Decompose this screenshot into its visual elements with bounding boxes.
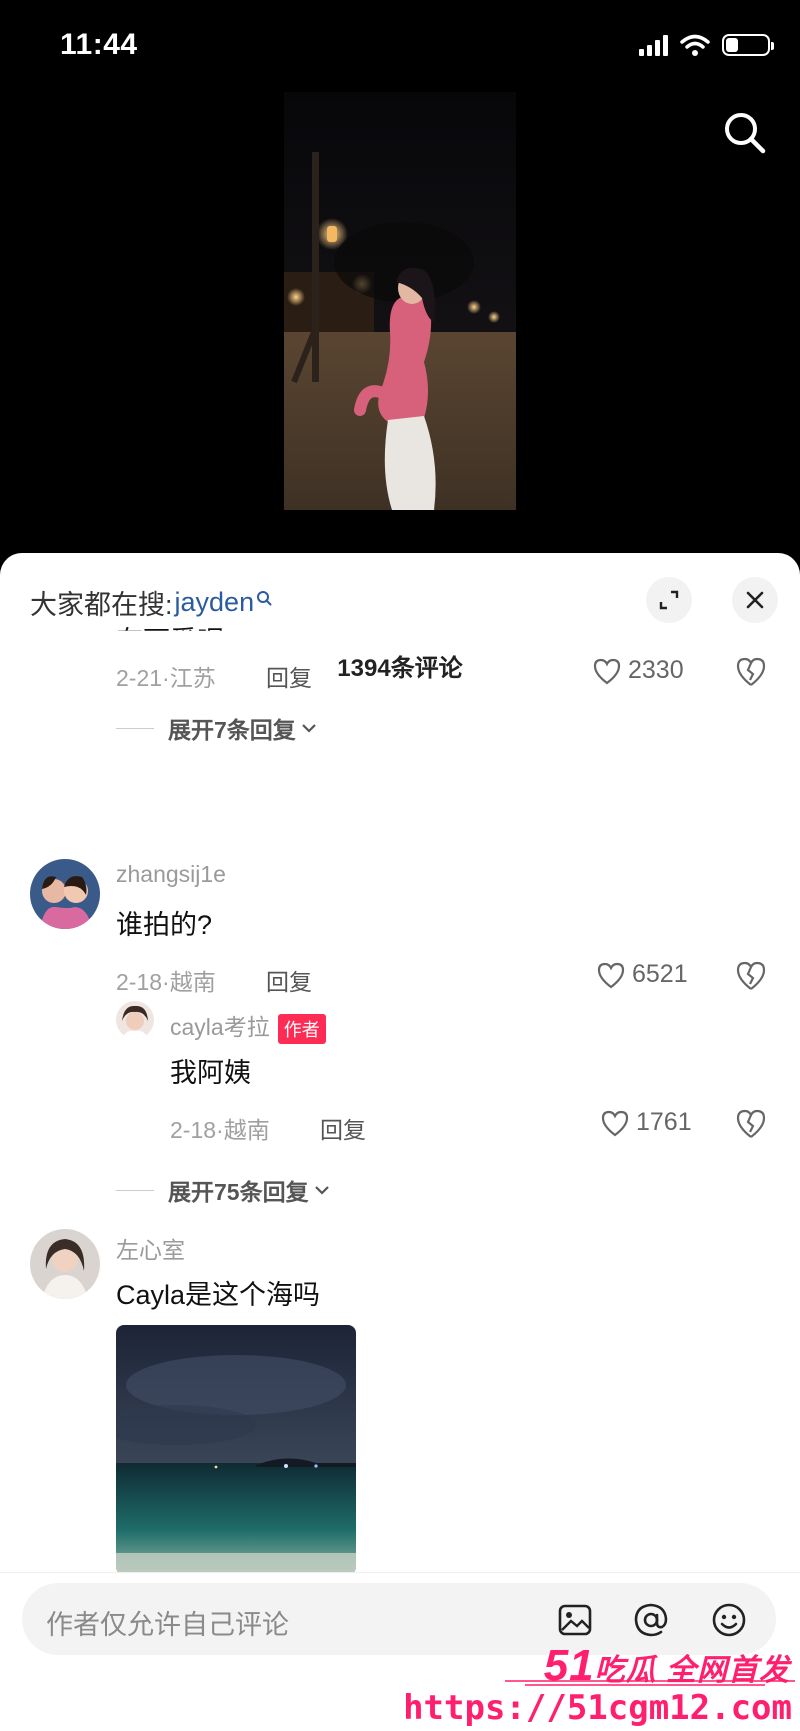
- comment-image[interactable]: [116, 1325, 356, 1575]
- chevron-down-icon: [314, 1186, 329, 1195]
- expand-replies[interactable]: 展开75条回复: [116, 1173, 331, 1207]
- broken-heart-icon[interactable]: [734, 655, 768, 689]
- watermark-lines: [505, 1680, 795, 1686]
- comment-username[interactable]: 左心室: [116, 1231, 185, 1265]
- status-time: 11:44: [60, 28, 138, 61]
- reply-button[interactable]: 回复: [266, 963, 312, 997]
- heart-icon: [593, 658, 621, 684]
- comment-date-location: 2-21·江苏: [116, 665, 216, 691]
- video-player[interactable]: [284, 92, 516, 510]
- close-button[interactable]: [732, 577, 778, 623]
- chevron-down-icon: [302, 724, 316, 733]
- search-hint-prefix: 大家都在搜:: [30, 590, 173, 620]
- comment-username[interactable]: zhangsij1e: [116, 861, 226, 888]
- emoji-icon[interactable]: [710, 1601, 748, 1639]
- expand-button[interactable]: [646, 577, 692, 623]
- reply-button[interactable]: 回复: [320, 1111, 366, 1145]
- expand-replies[interactable]: 展开7条回复: [116, 711, 318, 745]
- status-icons: [639, 34, 774, 56]
- avatar[interactable]: [30, 1229, 100, 1299]
- like-button[interactable]: 2330: [592, 656, 684, 685]
- close-icon: [746, 591, 764, 609]
- search-suggestion[interactable]: 大家都在搜: jayden: [30, 583, 272, 622]
- video-frame-image: [284, 92, 516, 510]
- heart-icon: [597, 962, 625, 988]
- broken-heart-icon[interactable]: [734, 959, 768, 993]
- reply-username-text: cayla考拉: [170, 1014, 270, 1040]
- avatar[interactable]: [30, 859, 100, 929]
- signal-icon: [639, 34, 668, 56]
- search-mini-icon: [257, 590, 272, 605]
- like-count: 1761: [636, 1108, 692, 1136]
- comment-date-location: 2-18·越南: [116, 969, 216, 995]
- comment-text: 谁拍的?: [116, 910, 213, 940]
- screen: 11:44 大家都在搜: jayden 1394条评论 有可爱呢 2-21·江苏…: [0, 0, 800, 1731]
- reply-button[interactable]: 回复: [266, 659, 312, 693]
- comment-sheet: 大家都在搜: jayden 1394条评论 有可爱呢 2-21·江苏 回复 23…: [0, 553, 800, 1731]
- reply-text: 我阿姨: [170, 1058, 251, 1088]
- like-count: 6521: [632, 960, 688, 988]
- battery-icon: [722, 34, 774, 56]
- heart-icon: [601, 1110, 629, 1136]
- watermark-url: https://51cgm12.com: [403, 1688, 792, 1728]
- expand-icon: [659, 590, 679, 610]
- reply-avatar[interactable]: [116, 1001, 154, 1039]
- image-icon[interactable]: [556, 1601, 594, 1639]
- author-badge: 作者: [277, 1013, 326, 1044]
- like-button[interactable]: 6521: [596, 960, 688, 989]
- mention-icon[interactable]: [632, 1601, 670, 1639]
- reply-date-location: 2-18·越南: [170, 1117, 270, 1143]
- search-icon[interactable]: [720, 108, 770, 158]
- search-keyword[interactable]: jayden: [175, 587, 255, 618]
- like-count: 2330: [628, 656, 684, 684]
- comment-input-placeholder: 作者仅允许自己评论: [46, 1610, 289, 1640]
- comment-text: Cayla是这个海吗: [116, 1280, 321, 1310]
- wifi-icon: [680, 34, 710, 56]
- like-button[interactable]: 1761: [600, 1108, 692, 1137]
- expand-replies-label: 展开75条回复: [168, 1179, 309, 1205]
- broken-heart-icon[interactable]: [734, 1107, 768, 1141]
- reply-username[interactable]: cayla考拉 作者: [170, 1008, 326, 1044]
- expand-replies-label: 展开7条回复: [168, 717, 296, 743]
